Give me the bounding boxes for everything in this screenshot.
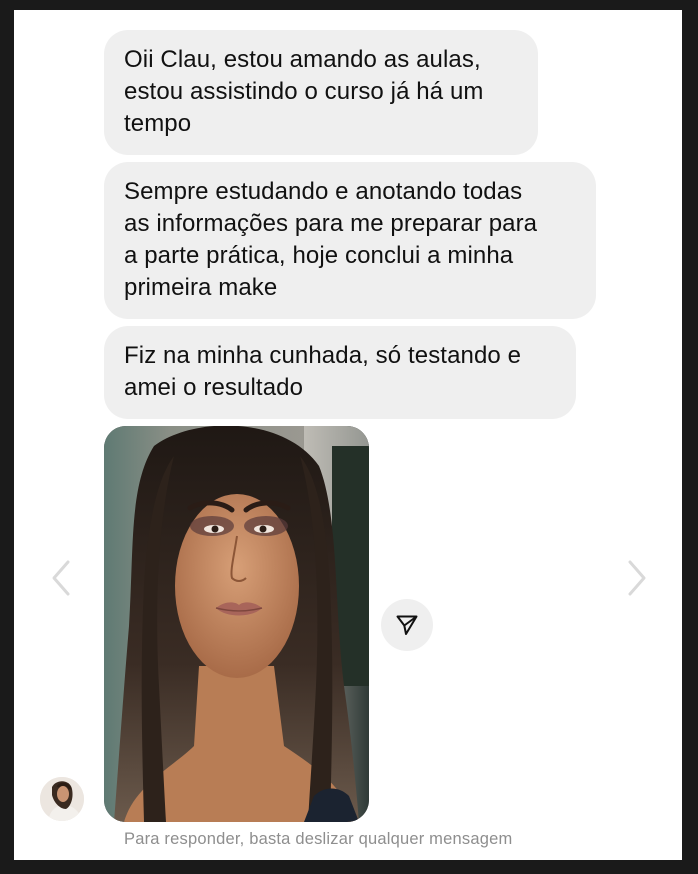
chevron-left-icon — [52, 560, 70, 596]
message-text-line: as informações para me preparar para — [124, 210, 538, 237]
message-bubble[interactable]: Oii Clau, estou amando as aulas, estou a… — [104, 30, 538, 155]
message-text-line: Oii Clau, estou amando as aulas, — [124, 46, 481, 73]
avatar-image — [40, 777, 84, 821]
message-text-line: tempo — [124, 110, 192, 137]
message-text-line: a parte prática, hoje conclui a minha — [124, 242, 514, 269]
swipe-to-reply-hint: Para responder, basta deslizar qualquer … — [124, 830, 513, 848]
chevron-right-icon — [628, 560, 646, 596]
previous-button[interactable] — [46, 558, 76, 598]
portrait-photo — [104, 426, 369, 822]
avatar[interactable] — [40, 777, 84, 821]
message-text-line: estou assistindo o curso já há um — [124, 78, 484, 105]
share-button[interactable] — [381, 599, 433, 651]
message-text-line: primeira make — [124, 274, 278, 301]
photo-message[interactable] — [104, 426, 369, 822]
paper-plane-icon — [396, 615, 418, 635]
message-text-line: amei o resultado — [124, 374, 304, 401]
message-bubble[interactable]: Fiz na minha cunhada, só testando e amei… — [104, 326, 576, 419]
message-text-line: Fiz na minha cunhada, só testando e — [124, 342, 522, 369]
message-bubble[interactable]: Sempre estudando e anotando todas as inf… — [104, 162, 596, 319]
chat-screen: Oii Clau, estou amando as aulas, estou a… — [14, 10, 682, 860]
next-button[interactable] — [622, 558, 652, 598]
message-text-line: Sempre estudando e anotando todas — [124, 178, 523, 205]
